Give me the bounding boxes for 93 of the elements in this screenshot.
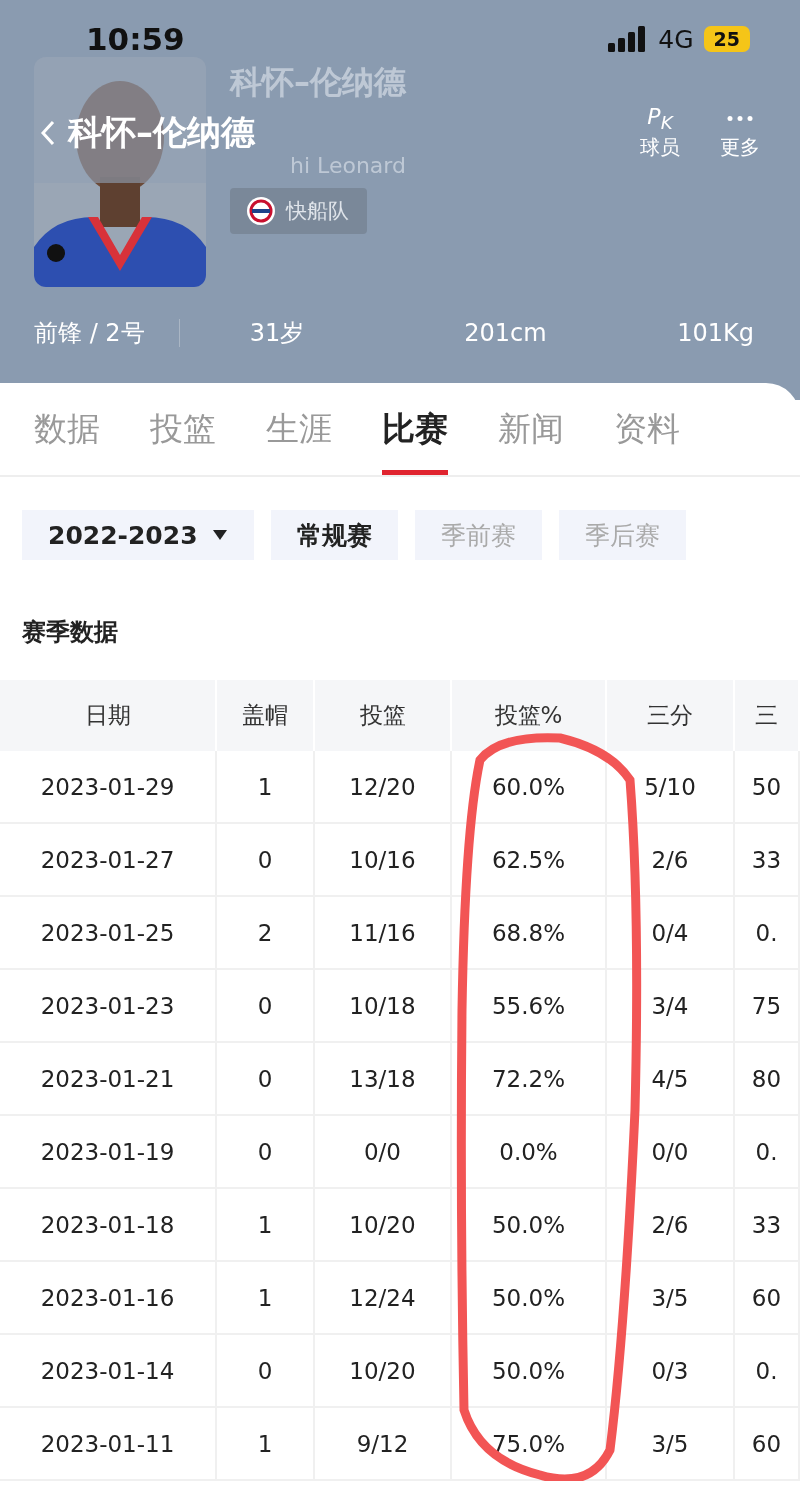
table-cell: 33 bbox=[735, 1189, 800, 1262]
position: 前锋 / 2号 bbox=[34, 318, 145, 349]
weight: 101Kg bbox=[677, 319, 754, 347]
compare-button[interactable]: P$_{K}$ 球员 bbox=[630, 104, 690, 161]
table-cell: 3/4 bbox=[607, 970, 735, 1043]
age: 31岁 bbox=[249, 318, 305, 349]
table-cell: 72.2% bbox=[452, 1043, 607, 1116]
table-cell: 10/20 bbox=[315, 1335, 452, 1408]
filter-chip[interactable]: 季前赛 bbox=[414, 510, 542, 560]
team-logo-icon bbox=[246, 196, 276, 226]
table-cell: 0/4 bbox=[607, 897, 735, 970]
table-cell: 62.5% bbox=[452, 824, 607, 897]
table-cell: 0/0 bbox=[315, 1116, 452, 1189]
table-cell: 5/10 bbox=[607, 751, 735, 824]
column-header: 投篮% bbox=[452, 680, 607, 751]
table-cell: 2023-01-25 bbox=[0, 897, 217, 970]
table-cell: 60.0% bbox=[452, 751, 607, 824]
more-button[interactable]: 更多 bbox=[710, 104, 770, 161]
table-cell: 0. bbox=[735, 897, 800, 970]
table-cell: 13/18 bbox=[315, 1043, 452, 1116]
table-cell: 3/5 bbox=[607, 1262, 735, 1335]
table-cell: 1 bbox=[217, 751, 315, 824]
table-cell: 10/16 bbox=[315, 824, 452, 897]
table-cell: 50 bbox=[735, 751, 800, 824]
table-cell: 50.0% bbox=[452, 1189, 607, 1262]
table-cell: 2023-01-19 bbox=[0, 1116, 217, 1189]
table-cell: 2/6 bbox=[607, 824, 735, 897]
table-cell: 68.8% bbox=[452, 897, 607, 970]
table-cell: 75.0% bbox=[452, 1408, 607, 1481]
table-cell: 12/24 bbox=[315, 1262, 452, 1335]
table-cell: 0. bbox=[735, 1116, 800, 1189]
team-name: 快船队 bbox=[286, 198, 349, 225]
table-cell: 2023-01-21 bbox=[0, 1043, 217, 1116]
tab[interactable]: 资料 bbox=[614, 383, 680, 475]
table-cell: 50.0% bbox=[452, 1262, 607, 1335]
table-cell: 2023-01-11 bbox=[0, 1408, 217, 1481]
table-cell: 75 bbox=[735, 970, 800, 1043]
table-cell: 0 bbox=[217, 970, 315, 1043]
height: 201cm bbox=[464, 319, 547, 347]
tab[interactable]: 数据 bbox=[34, 383, 100, 475]
table-cell: 3/5 bbox=[607, 1408, 735, 1481]
table-cell: 50.0% bbox=[452, 1335, 607, 1408]
table-cell: 0/3 bbox=[607, 1335, 735, 1408]
table-cell: 2023-01-14 bbox=[0, 1335, 217, 1408]
table-cell: 2023-01-18 bbox=[0, 1189, 217, 1262]
tab[interactable]: 投篮 bbox=[150, 383, 216, 475]
table-cell: 1 bbox=[217, 1189, 315, 1262]
table-cell: 0.0% bbox=[452, 1116, 607, 1189]
table-cell: 80 bbox=[735, 1043, 800, 1116]
table-cell: 1 bbox=[217, 1262, 315, 1335]
column-header: 投篮 bbox=[315, 680, 452, 751]
table-cell: 1 bbox=[217, 1408, 315, 1481]
table-cell: 2023-01-29 bbox=[0, 751, 217, 824]
column-header: 三 bbox=[735, 680, 800, 751]
status-time: 10:59 bbox=[86, 21, 185, 57]
table-cell: 2023-01-27 bbox=[0, 824, 217, 897]
section-title: 赛季数据 bbox=[21, 617, 119, 648]
table-cell: 33 bbox=[735, 824, 800, 897]
table-cell: 11/16 bbox=[315, 897, 452, 970]
column-header: 盖帽 bbox=[217, 680, 315, 751]
nav-title: 科怀–伦纳德 bbox=[68, 110, 255, 154]
table-cell: 0 bbox=[217, 1335, 315, 1408]
table-cell: 4/5 bbox=[607, 1043, 735, 1116]
table-cell: 60 bbox=[735, 1408, 800, 1481]
filter-chip[interactable]: 季后赛 bbox=[558, 510, 686, 560]
battery-level: 25 bbox=[703, 26, 750, 52]
table-cell: 2/6 bbox=[607, 1189, 735, 1262]
tab[interactable]: 比赛 bbox=[382, 383, 448, 475]
table-cell: 10/18 bbox=[315, 970, 452, 1043]
tab[interactable]: 新闻 bbox=[498, 383, 564, 475]
table-cell: 55.6% bbox=[452, 970, 607, 1043]
column-header: 日期 bbox=[0, 680, 217, 751]
table-cell: 12/20 bbox=[315, 751, 452, 824]
caret-icon bbox=[211, 529, 228, 541]
table-cell: 9/12 bbox=[315, 1408, 452, 1481]
more-icon bbox=[727, 116, 753, 121]
table-cell: 0 bbox=[217, 824, 315, 897]
tab[interactable]: 生涯 bbox=[266, 383, 332, 475]
table-cell: 0 bbox=[217, 1043, 315, 1116]
team-tag[interactable]: 快船队 bbox=[230, 188, 367, 234]
back-icon[interactable] bbox=[40, 118, 56, 147]
table-cell: 2 bbox=[217, 897, 315, 970]
table-cell: 60 bbox=[735, 1262, 800, 1335]
table-cell: 0/0 bbox=[607, 1116, 735, 1189]
table-cell: 2023-01-23 bbox=[0, 970, 217, 1043]
table-cell: 2023-01-16 bbox=[0, 1262, 217, 1335]
network-type: 4G bbox=[658, 24, 694, 54]
column-header: 三分 bbox=[607, 680, 735, 751]
season-dropdown[interactable]: 2022-2023 bbox=[22, 510, 254, 560]
table-cell: 10/20 bbox=[315, 1189, 452, 1262]
table-cell: 0. bbox=[735, 1335, 800, 1408]
table-cell: 0 bbox=[217, 1116, 315, 1189]
filter-chip[interactable]: 常规赛 bbox=[270, 510, 398, 560]
